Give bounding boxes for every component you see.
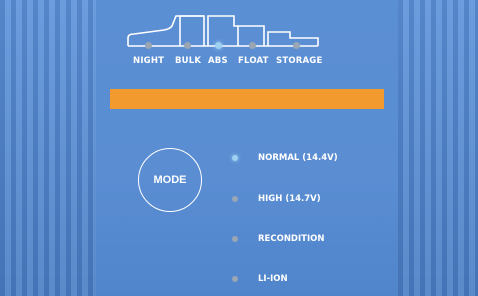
mode-indicator-recondition bbox=[232, 236, 238, 242]
charger-front-panel: NIGHT BULK ABS FLOAT STORAGE MODE NORMAL… bbox=[0, 0, 478, 296]
stage-indicator-abs bbox=[215, 42, 222, 49]
stage-label-bulk: BULK bbox=[175, 56, 202, 66]
mode-label-normal: NORMAL (14.4V) bbox=[258, 153, 338, 163]
mode-label-li-ion: LI-ION bbox=[258, 274, 288, 284]
mode-option-high: HIGH (14.7V) bbox=[232, 192, 321, 206]
mode-label-recondition: RECONDITION bbox=[258, 234, 325, 244]
stage-indicator-bulk bbox=[184, 42, 191, 49]
mode-option-recondition: RECONDITION bbox=[232, 232, 324, 246]
stage-indicator-storage bbox=[293, 42, 300, 49]
status-display-bar bbox=[110, 89, 384, 109]
mode-indicator-normal bbox=[232, 155, 238, 161]
left-side-rail bbox=[0, 0, 96, 296]
mode-indicator-li-ion bbox=[232, 276, 238, 282]
stage-label-abs: ABS bbox=[208, 56, 228, 66]
mode-label-high: HIGH (14.7V) bbox=[258, 194, 321, 204]
stage-indicator-night bbox=[145, 42, 152, 49]
stage-indicator-float bbox=[249, 42, 256, 49]
mode-indicator-high bbox=[232, 196, 238, 202]
mode-option-normal: NORMAL (14.4V) bbox=[232, 151, 338, 165]
stage-label-float: FLOAT bbox=[238, 56, 269, 66]
stage-label-storage: STORAGE bbox=[276, 56, 323, 66]
mode-option-li-ion: LI-ION bbox=[232, 272, 288, 286]
mode-button[interactable]: MODE bbox=[138, 148, 202, 212]
right-side-rail bbox=[398, 0, 478, 296]
stage-label-night: NIGHT bbox=[133, 56, 165, 66]
